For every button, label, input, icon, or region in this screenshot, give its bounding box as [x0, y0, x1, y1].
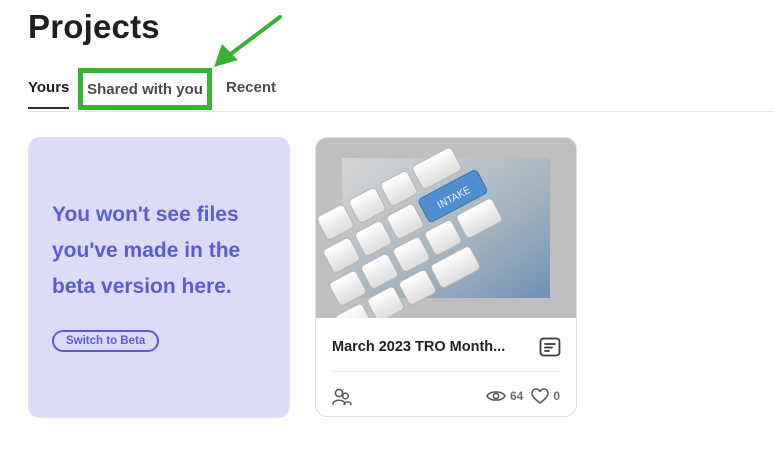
card-divider — [332, 371, 560, 372]
page-title: Projects — [28, 8, 160, 45]
tab-shared-with-you[interactable]: Shared with you — [78, 68, 212, 110]
beta-notice-message: You won't see files you've made in the b… — [52, 203, 241, 298]
project-title[interactable]: March 2023 TRO Month... — [332, 339, 532, 355]
beta-notice-card: You won't see files you've made in the b… — [28, 137, 290, 418]
project-stats: 64 0 — [486, 388, 560, 404]
heart-icon[interactable] — [531, 388, 550, 404]
tab-recent-label: Recent — [226, 79, 277, 96]
arrow-annotation — [214, 15, 282, 67]
tab-yours[interactable]: Yours — [28, 79, 70, 109]
eye-icon — [486, 391, 506, 401]
project-card[interactable]: INTAKE March 2023 TRO Month... 64 0 — [315, 137, 577, 417]
doc-icon — [539, 337, 561, 357]
tabs-divider — [28, 111, 774, 112]
tab-recent[interactable]: Recent — [226, 79, 276, 96]
project-thumbnail: INTAKE — [316, 138, 576, 318]
people-icon — [332, 388, 352, 406]
active-tab-underline — [28, 107, 70, 109]
tab-shared-label: Shared with you — [87, 80, 203, 98]
switch-to-beta-button[interactable]: Switch to Beta — [52, 330, 160, 352]
view-count: 64 — [509, 389, 524, 403]
tab-yours-label: Yours — [28, 79, 70, 96]
like-count: 0 — [553, 389, 560, 403]
